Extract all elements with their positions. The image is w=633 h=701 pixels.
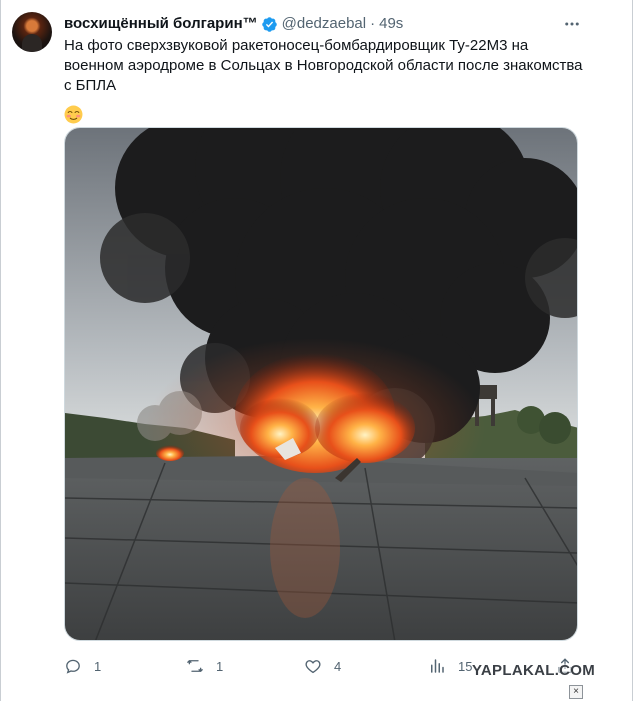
site-watermark: YAPLAKAL.COM — [472, 662, 596, 679]
separator: · — [370, 15, 376, 32]
timestamp[interactable]: 49s — [379, 14, 403, 34]
avatar[interactable] — [12, 12, 52, 52]
reply-button[interactable]: 1 — [64, 655, 101, 677]
retweet-count: 1 — [216, 658, 224, 674]
handle[interactable]: @dedzaebal — [282, 14, 366, 34]
display-name[interactable]: восхищённый болгарин™ — [64, 14, 258, 34]
reply-count: 1 — [94, 658, 102, 674]
retweet-button[interactable]: 1 — [186, 655, 223, 677]
tweet-header: восхищённый болгарин™ @dedzaebal · 49s — [64, 14, 403, 34]
like-count: 4 — [334, 658, 342, 674]
like-button[interactable]: 4 — [304, 655, 341, 677]
retweet-icon — [187, 660, 203, 672]
views-button[interactable]: 15 — [428, 655, 472, 677]
tweet-photo[interactable] — [64, 127, 578, 641]
blushing-face-emoji-icon — [64, 105, 83, 124]
more-icon[interactable] — [561, 13, 583, 35]
close-icon[interactable]: × — [569, 685, 583, 699]
like-icon — [305, 660, 321, 674]
reply-icon — [66, 659, 80, 674]
views-icon — [431, 659, 444, 673]
views-count: 15 — [458, 658, 473, 674]
verified-badge-icon — [261, 16, 278, 33]
tweet-text: На фото сверхзвуковой ракетоносец-бомбар… — [64, 37, 583, 94]
